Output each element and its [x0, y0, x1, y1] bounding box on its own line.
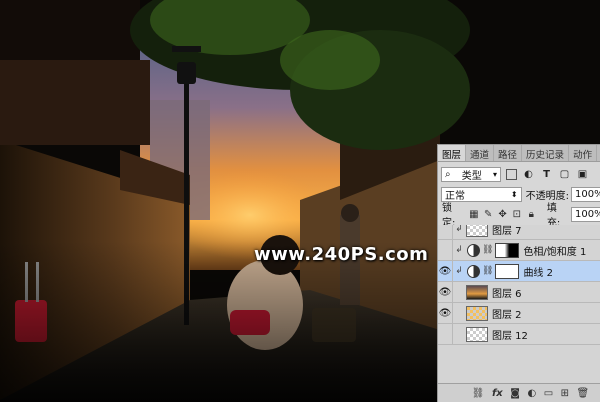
panel-tabs: 图层 通道 路径 历史记录 动作 — [438, 145, 600, 162]
watermark-text: www.240PS.com — [254, 244, 429, 265]
lock-all-icon[interactable]: 🔒︎ — [526, 208, 537, 220]
eye-icon[interactable]: 👁︎ — [438, 303, 453, 323]
layers-list: ↲ 图层 7 ↲ ⛓ 色相/饱和度 1 👁︎ ↲ ⛓ 曲线 2 👁︎ 图层 6 … — [438, 225, 600, 383]
layers-panel: 图层 通道 路径 历史记录 动作 ⌕ 类型 ▾ ◐ T ▢ ▣ 正常 ⬍ 不透明… — [437, 144, 600, 402]
adjustment-layer-icon — [467, 264, 480, 278]
eye-icon[interactable]: 👁︎ — [438, 261, 453, 281]
filter-kind-label: 类型 — [461, 170, 482, 182]
type-filter-icon[interactable]: T — [540, 168, 553, 181]
lock-pixels-icon[interactable]: ✎ — [482, 208, 493, 220]
chevron-down-icon: ▾ — [492, 169, 497, 179]
visibility-toggle-empty[interactable] — [438, 240, 453, 260]
layer-name: 图层 12 — [492, 330, 528, 342]
image-filter-icon[interactable] — [506, 168, 517, 180]
workspace: www.240PS.com 图层 通道 路径 历史记录 动作 ⌕ 类型 ▾ ◐ … — [0, 0, 600, 402]
updown-icon: ⬍ — [510, 189, 518, 199]
layer-row-hue-saturation[interactable]: ↲ ⛓ 色相/饱和度 1 — [438, 240, 600, 261]
layer-name: 图层 7 — [492, 225, 522, 237]
layer-thumbnail — [466, 284, 488, 300]
adjustment-layer-icon — [467, 243, 480, 257]
eye-icon[interactable]: 👁︎ — [438, 282, 453, 302]
add-mask-icon[interactable]: ◙ — [510, 388, 520, 399]
layer-row-2[interactable]: 👁︎ 图层 2 — [438, 303, 600, 324]
mask-link-icon: ⛓ — [482, 266, 494, 276]
layer-row-curves[interactable]: 👁︎ ↲ ⛓ 曲线 2 — [438, 261, 600, 282]
fx-icon[interactable]: fx — [492, 388, 503, 399]
layer-name: 曲线 2 — [523, 267, 553, 279]
clipping-arrow-icon: ↲ — [455, 245, 463, 255]
smart-object-filter-icon[interactable]: ▣ — [576, 168, 589, 181]
tab-channels[interactable]: 通道 — [466, 145, 495, 161]
adjustment-filter-icon[interactable]: ◐ — [522, 168, 535, 181]
search-icon: ⌕ — [445, 168, 451, 180]
opacity-input[interactable]: 100% — [571, 186, 600, 202]
tab-actions[interactable]: 动作 — [569, 145, 598, 161]
layer-thumbnail — [466, 326, 488, 342]
layer-mask-thumbnail — [495, 263, 520, 279]
layer-mask-thumbnail — [495, 242, 520, 258]
trash-icon[interactable]: 🗑︎ — [577, 388, 590, 399]
filter-row: ⌕ 类型 ▾ ◐ T ▢ ▣ — [438, 165, 600, 183]
layer-thumbnail — [466, 225, 488, 237]
tab-paths[interactable]: 路径 — [494, 145, 523, 161]
lock-position-icon[interactable]: ✥ — [497, 208, 508, 220]
tab-history[interactable]: 历史记录 — [522, 145, 570, 161]
lock-row: 锁定: ▦ ✎ ✥ ⊡ 🔒︎ 填充: 100% — [438, 203, 600, 229]
lock-transparent-icon[interactable]: ▦ — [468, 208, 479, 220]
visibility-toggle-empty[interactable] — [438, 225, 453, 239]
fill-input[interactable]: 100% — [571, 206, 600, 222]
panel-bottom-toolbar: ⛓ fx ◙ ◐ ▭ ⊞ 🗑︎ — [438, 383, 600, 402]
new-group-icon[interactable]: ▭ — [544, 388, 553, 399]
clipping-arrow-icon: ↲ — [455, 266, 463, 276]
layer-row-12[interactable]: 图层 12 — [438, 324, 600, 345]
link-icon[interactable]: ⛓ — [472, 388, 485, 399]
filter-kind-select[interactable]: ⌕ 类型 ▾ — [441, 166, 501, 182]
tab-layers[interactable]: 图层 — [438, 145, 467, 161]
lock-artboard-icon[interactable]: ⊡ — [511, 208, 522, 220]
mask-link-icon: ⛓ — [482, 245, 494, 255]
layer-row-6[interactable]: 👁︎ 图层 6 — [438, 282, 600, 303]
clipping-arrow-icon: ↲ — [455, 225, 463, 234]
shape-filter-icon[interactable]: ▢ — [558, 168, 571, 181]
layer-name: 图层 6 — [492, 288, 522, 300]
layer-row-7[interactable]: ↲ 图层 7 — [438, 225, 600, 240]
new-layer-icon[interactable]: ⊞ — [561, 388, 569, 399]
layer-name: 图层 2 — [492, 309, 522, 321]
visibility-toggle-empty[interactable] — [438, 324, 453, 344]
layer-thumbnail — [466, 305, 488, 321]
layer-name: 色相/饱和度 1 — [523, 246, 587, 258]
new-adjustment-icon[interactable]: ◐ — [527, 388, 536, 399]
